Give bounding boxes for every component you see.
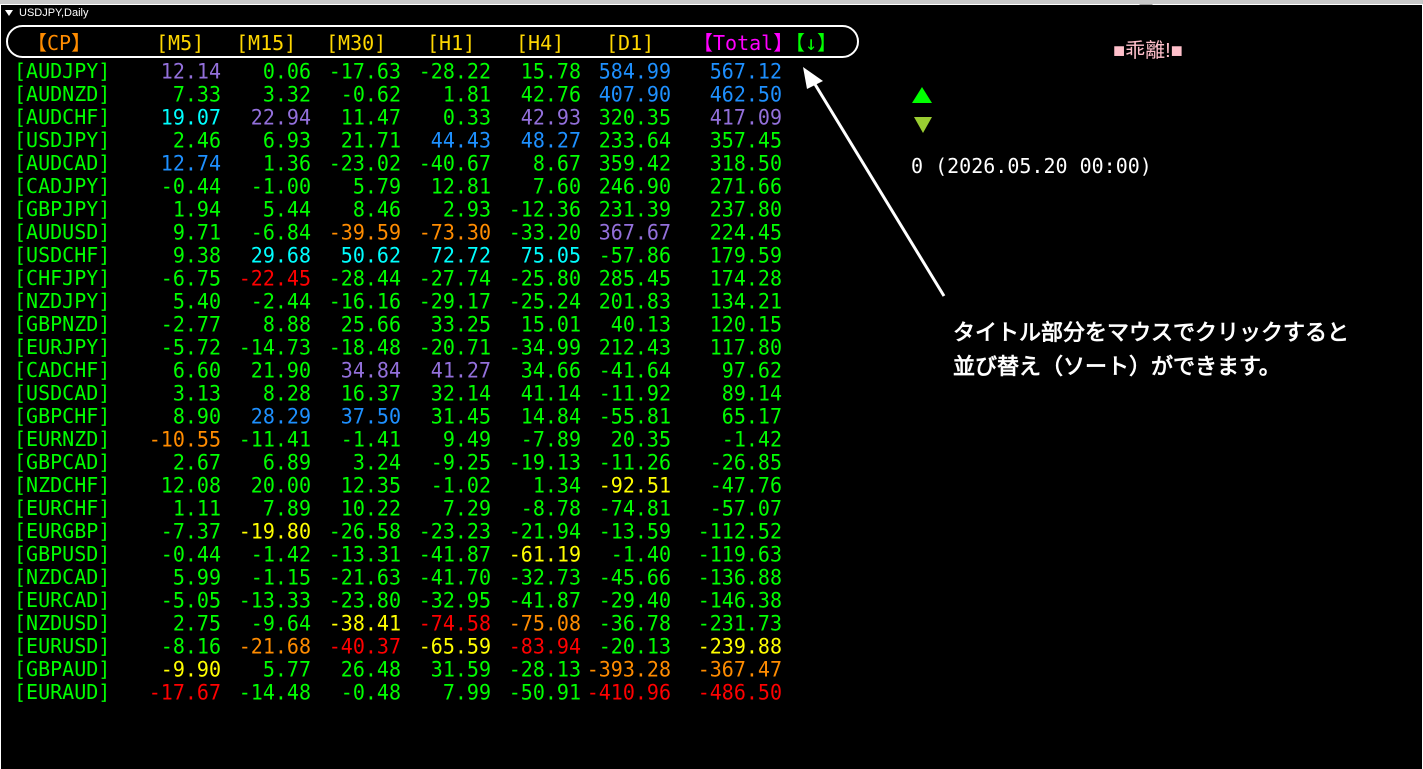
- annotation-text: タイトル部分をマウスでクリックすると 並び替え（ソート）ができます。: [953, 317, 1349, 385]
- annotation-line-2: 並び替え（ソート）ができます。: [953, 355, 1281, 380]
- annotation-arrow: [803, 67, 946, 297]
- chart-window: USDJPY,Daily 【CP】 [M5] [M15] [M30] [H1] [H4][…: [1, 5, 1422, 769]
- window-top-border: [0, 0, 1423, 4]
- annotation-line-1: タイトル部分をマウスでクリックすると: [953, 321, 1350, 346]
